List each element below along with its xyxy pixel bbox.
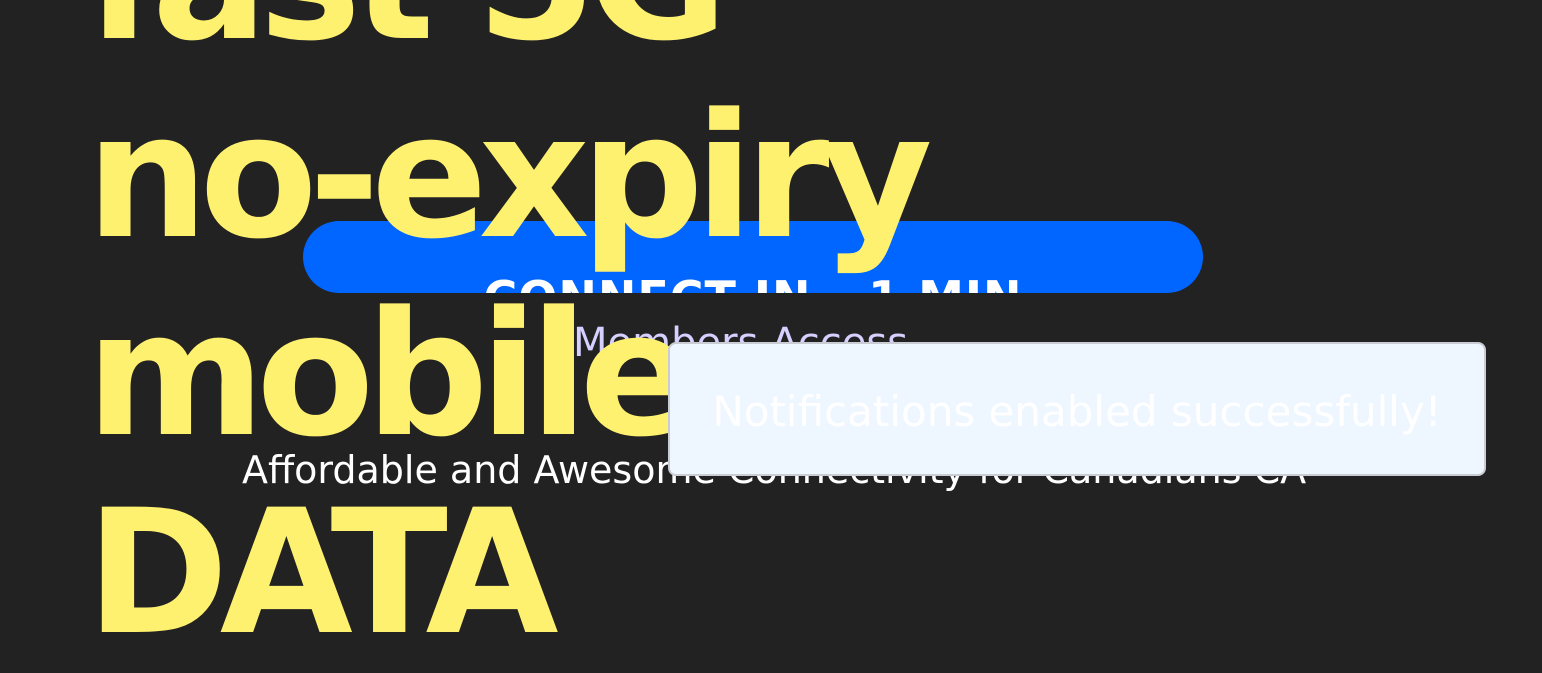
hero-heading-line: no-expiry bbox=[86, 76, 933, 277]
notification-toast: Notifications enabled successfully! bbox=[668, 342, 1486, 476]
toast-message: Notifications enabled successfully! bbox=[712, 387, 1442, 436]
hero-heading: fast 5G no-expiry mobile DATA bbox=[86, 0, 986, 672]
hero-heading-line: fast 5G bbox=[86, 0, 986, 78]
hero-heading-line: DATA bbox=[86, 472, 559, 673]
